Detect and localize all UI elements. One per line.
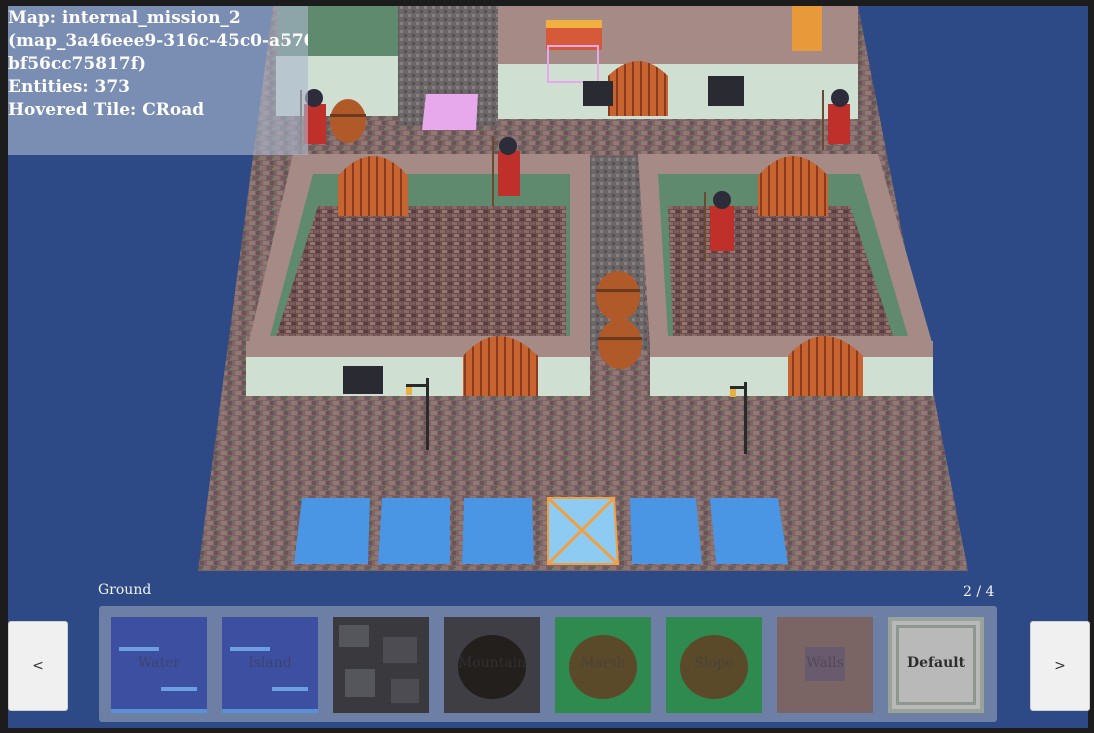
hovered-tile-highlight [422, 94, 478, 130]
barrel [598, 319, 642, 369]
tile-label: Default [906, 655, 966, 671]
tile-marsh[interactable]: Marsh [555, 617, 651, 713]
map-name-text: Map: internal_mission_2 [8, 8, 241, 28]
tile-label: Island [248, 655, 292, 671]
tile-walls[interactable]: Walls [777, 617, 873, 713]
barrel [330, 99, 366, 143]
tile-rock[interactable] [333, 617, 429, 713]
tile-label: Mountain [457, 655, 527, 671]
placement-tile [630, 498, 702, 564]
prev-page-button[interactable]: < [8, 621, 68, 711]
door-top [608, 61, 668, 116]
tile-label: Slope [694, 655, 734, 671]
placement-tile [378, 498, 450, 564]
tile-label: Water [137, 655, 181, 671]
building-left-floor [276, 206, 566, 336]
placement-tile [462, 498, 534, 564]
next-page-button[interactable]: > [1030, 621, 1090, 711]
map-info-panel: Map: internal_mission_2 (map_3a46eee9-31… [8, 6, 308, 155]
tile-slope[interactable]: Slope [666, 617, 762, 713]
tile-label: Marsh [580, 655, 626, 671]
tile-mountain[interactable]: Mountain [444, 617, 540, 713]
hovered-tile-text: Hovered Tile: CRoad [8, 100, 205, 120]
palette-category-title: Ground [98, 582, 152, 598]
entities-count: Entities: 373 [8, 77, 131, 97]
placement-tile [294, 498, 370, 564]
tile-label: Walls [806, 655, 844, 671]
barrel [596, 271, 640, 321]
tile-water[interactable]: Water [111, 617, 207, 713]
tile-default[interactable]: Default [888, 617, 984, 713]
tile-palette: Water Island Mountain Marsh Slope Walls … [99, 606, 997, 722]
map-id-text-cont: bf56cc75817f) [8, 54, 147, 74]
map-id-text: (map_3a46eee9-316c-45c0-a570- [8, 31, 308, 51]
placement-tile [710, 498, 788, 564]
palette-page-indicator: 2 / 4 [963, 584, 995, 600]
tile-island[interactable]: Island [222, 617, 318, 713]
